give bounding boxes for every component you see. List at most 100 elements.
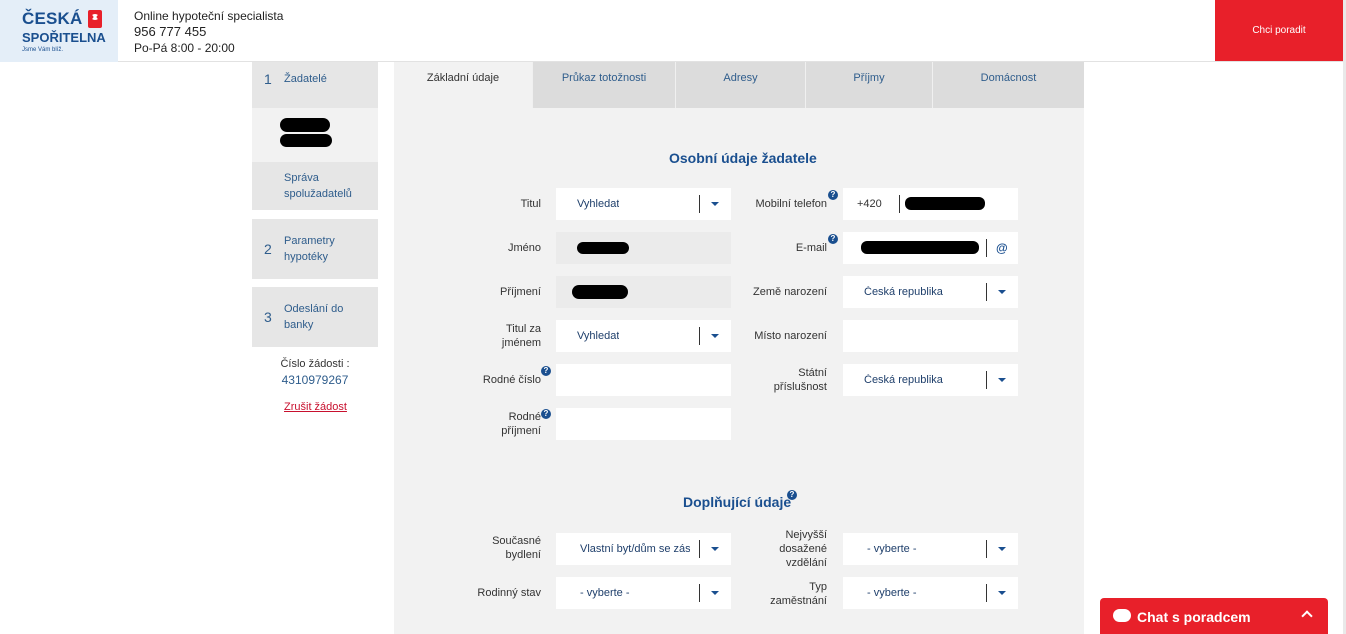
- select-divider: [986, 584, 987, 602]
- step-label: Žadatelé: [284, 73, 327, 85]
- chat-label: Chat s poradcem: [1137, 609, 1251, 625]
- chevron-down-icon: [711, 202, 719, 206]
- extra-section-title: Doplňující údaje: [683, 494, 792, 510]
- ceska-sporitelna-logo[interactable]: ČESKÁ SPOŘITELNA Jsme Vám blíž.: [0, 0, 118, 62]
- redaction: [280, 118, 330, 132]
- tab-bar: Základní údaje Průkaz totožnosti Adresy …: [394, 62, 1084, 108]
- manage-coapplicants-label: Správa spolužadatelů: [284, 172, 352, 200]
- chevron-down-icon: [998, 378, 1006, 382]
- zeme-narozeni-select[interactable]: Česká republika: [843, 276, 1018, 308]
- titul-value: Vyhledat: [577, 198, 620, 210]
- bydleni-value: Vlastní byt/dům se zás: [580, 543, 690, 555]
- titul-label: Titul: [520, 198, 541, 210]
- titul-za-jmenem-select[interactable]: Vyhledat: [556, 320, 731, 352]
- personal-section-title: Osobní údaje žadatele: [669, 150, 817, 166]
- redaction: [577, 242, 629, 254]
- bydleni-select[interactable]: Vlastní byt/dům se zás: [556, 533, 731, 565]
- jmeno-label: Jméno: [507, 242, 541, 254]
- prefix-divider: [899, 195, 900, 213]
- cancel-request-link[interactable]: Zrušit žádost: [284, 401, 347, 413]
- tab-prijmy[interactable]: Příjmy: [806, 62, 933, 108]
- redaction: [280, 134, 332, 147]
- tab-prukaz-totoznosti[interactable]: Průkaz totožnosti: [533, 62, 676, 108]
- rodne-prijmeni-input[interactable]: [556, 408, 731, 440]
- logo-line1: ČESKÁ: [22, 9, 83, 28]
- help-icon[interactable]: ?: [787, 490, 797, 500]
- rodinny-stav-label: Rodinný stav: [477, 587, 541, 599]
- redaction: [861, 241, 979, 254]
- select-divider: [986, 540, 987, 558]
- chat-widget-button[interactable]: Chat s poradcem: [1100, 598, 1328, 634]
- request-number-block: Číslo žádosti : 4310979267: [252, 356, 378, 388]
- redaction: [572, 285, 628, 299]
- titul-za-jmenem-label: Titul za jménem: [501, 323, 541, 349]
- zamestnani-value: - vyberte -: [867, 587, 917, 599]
- request-number-label: Číslo žádosti :: [280, 358, 350, 370]
- rodne-prijmeni-label: Rodné příjmení: [501, 411, 541, 437]
- prijmeni-field[interactable]: [556, 276, 731, 308]
- misto-narozeni-input[interactable]: [843, 320, 1018, 352]
- vzdelani-label: Nejvyšší dosažené vzdělání: [779, 529, 827, 569]
- field-divider: [986, 239, 987, 257]
- misto-narozeni-label: Místo narození: [754, 330, 827, 342]
- zeme-narozeni-label: Země narození: [753, 286, 827, 298]
- tab-domacnost[interactable]: Domácnost: [933, 62, 1084, 108]
- step-label: Parametry hypotéky: [284, 235, 335, 263]
- mobil-field[interactable]: +420: [843, 188, 1018, 220]
- step-number: 2: [264, 241, 272, 257]
- chevron-up-icon[interactable]: [1301, 610, 1313, 622]
- help-icon[interactable]: ?: [541, 366, 551, 376]
- opening-hours: Po-Pá 8:00 - 20:00: [134, 41, 235, 55]
- redaction: [905, 197, 985, 210]
- help-icon[interactable]: ?: [541, 409, 551, 419]
- contact-info: Online hypoteční specialista 956 777 455…: [134, 8, 283, 56]
- chevron-down-icon: [998, 547, 1006, 551]
- chat-bubble-icon: [1113, 609, 1131, 622]
- rodinny-stav-select[interactable]: - vyberte -: [556, 577, 731, 609]
- prijmeni-label: Příjmení: [500, 286, 541, 298]
- rodne-cislo-input[interactable]: [556, 364, 731, 396]
- titul-select[interactable]: Vyhledat: [556, 188, 731, 220]
- select-divider: [699, 540, 700, 558]
- jmeno-field[interactable]: [556, 232, 731, 264]
- stav-value: - vyberte -: [580, 587, 630, 599]
- sidebar-item-sprava-spoluzadatelu[interactable]: Správa spolužadatelů: [252, 162, 378, 210]
- step-label: Odeslání do banky: [284, 303, 344, 331]
- typ-zamestnani-select[interactable]: - vyberte -: [843, 577, 1018, 609]
- help-icon[interactable]: ?: [828, 234, 838, 244]
- tab-adresy[interactable]: Adresy: [676, 62, 806, 108]
- tab-zakladni-udaje[interactable]: Základní údaje: [394, 62, 533, 108]
- sidebar-step-odeslani[interactable]: 3 Odeslání do banky: [252, 287, 378, 347]
- chci-poradit-button[interactable]: Chci poradit: [1215, 0, 1343, 61]
- chevron-down-icon: [711, 334, 719, 338]
- statni-value: Česká republika: [864, 374, 943, 386]
- select-divider: [986, 283, 987, 301]
- sidebar-step-parametry-hypoteky[interactable]: 2 Parametry hypotéky: [252, 219, 378, 279]
- sidebar-step-zadatele[interactable]: 1 Žadatelé: [252, 62, 378, 108]
- help-icon[interactable]: ?: [828, 190, 838, 200]
- logo-tagline: Jsme Vám blíž.: [22, 47, 64, 53]
- logo-line2: SPOŘITELNA: [22, 30, 106, 45]
- logo-mark-icon: [88, 10, 102, 28]
- top-bar: ČESKÁ SPOŘITELNA Jsme Vám blíž. Online h…: [0, 0, 1346, 62]
- rodne-cislo-label: Rodné číslo: [482, 374, 541, 386]
- step-number: 3: [264, 309, 272, 325]
- phone-prefix: +420: [857, 198, 882, 210]
- chevron-down-icon: [711, 547, 719, 551]
- vzdelani-value: - vyberte -: [867, 543, 917, 555]
- request-number-value: 4310979267: [281, 373, 349, 387]
- select-divider: [699, 327, 700, 345]
- phone-number[interactable]: 956 777 455: [134, 24, 283, 40]
- select-divider: [699, 584, 700, 602]
- chevron-down-icon: [998, 591, 1006, 595]
- typ-zamestnani-label: Typ zaměstnání: [770, 581, 827, 607]
- select-divider: [699, 195, 700, 213]
- chevron-down-icon: [998, 290, 1006, 294]
- specialist-label: Online hypoteční specialista: [134, 9, 284, 23]
- email-field[interactable]: @: [843, 232, 1018, 264]
- vzdelani-select[interactable]: - vyberte -: [843, 533, 1018, 565]
- statni-prislusnost-select[interactable]: Česká republika: [843, 364, 1018, 396]
- mobil-label: Mobilní telefon: [755, 198, 827, 210]
- titul-za-value: Vyhledat: [577, 330, 620, 342]
- applicant-name-redacted: [252, 108, 378, 162]
